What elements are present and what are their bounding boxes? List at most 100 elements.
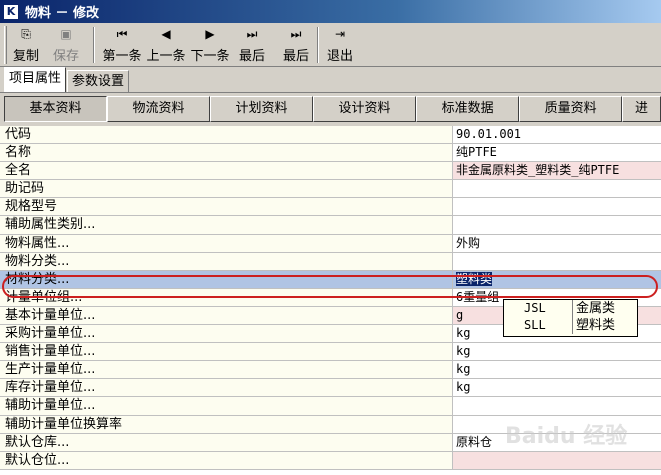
copy-button[interactable]: ⎘ 复制 [11,23,41,65]
next-record-label: 下一条 [190,49,230,64]
selected-value-text: 塑料类 [456,271,493,286]
toolbar-separator [93,27,95,63]
toolbar-separator [317,27,319,63]
grid-row-material-class[interactable]: 材料分类... 塑料类 [0,270,661,289]
grid-label: 计量单位组... [0,288,453,306]
grid-value[interactable] [453,216,661,233]
grid-value[interactable]: 90.01.001 [453,126,661,143]
window-title: 物料 － 修改 [25,6,100,21]
grid-value[interactable]: kg [453,361,661,378]
grid-label: 物料分类... [0,252,453,270]
tab-item-properties[interactable]: 项目属性 [4,67,67,92]
last-record-button[interactable]: ⏭ 最后 [237,23,267,65]
grid-label: 库存计量单位... [0,379,453,397]
tab-logistics-info[interactable]: 物流资料 [107,96,211,122]
grid-label: 全名 [0,162,453,180]
grid-row-full-name[interactable]: 全名 非金属原料类_塑料类_纯PTFE [0,162,661,181]
grid-row-aux-attr-type[interactable]: 辅助属性类别... [0,216,661,235]
grid-row-mnemonic[interactable]: 助记码 [0,180,661,199]
grid-row-material-attr[interactable]: 物料属性... 外购 [0,234,661,253]
grid-value[interactable]: 纯PTFE [453,144,661,161]
previous-record-label: 上一条 [146,49,186,64]
first-record-button[interactable]: ⏮ 第一条 [101,23,143,65]
save-icon: ▣ [60,27,72,41]
grid-row-default-location[interactable]: 默认仓位... [0,451,661,470]
grid-value[interactable]: kg [453,379,661,396]
grid-value[interactable]: kg [453,343,661,360]
grid-label: 默认仓库... [0,433,453,451]
first-record-label: 第一条 [102,49,142,64]
app-logo-icon: K [3,3,19,20]
grid-value[interactable] [453,253,661,270]
grid-value[interactable] [453,180,661,197]
grid-value[interactable] [453,397,661,414]
grid-row-name[interactable]: 名称 纯PTFE [0,144,661,163]
tab-design-info[interactable]: 设计资料 [313,96,417,122]
grid-value-selected[interactable]: 塑料类 [453,270,661,288]
toolbar: ⎘ 复制 ▣ 保存 ⏮ 第一条 ◀ 上一条 ▶ 下一条 ⏭ 最后 ⏭ 最后 ⇥ … [0,23,661,67]
option-code: SLL [524,318,546,332]
first-record-icon: ⏮ [116,27,128,41]
last-record-button-2[interactable]: ⏭ 最后 [281,23,311,65]
last-record-icon: ⏭ [290,27,302,41]
grid-value[interactable] [453,198,661,215]
grid-label: 基本计量单位... [0,306,453,325]
last-record-icon: ⏭ [246,27,258,41]
grid-row-stock-unit[interactable]: 库存计量单位... kg [0,379,661,398]
title-bar: K 物料 － 修改 [0,0,661,23]
grid-label: 默认仓位... [0,451,453,469]
previous-record-icon: ◀ [161,27,171,41]
tab-basic-info[interactable]: 基本资料 [4,96,108,122]
last-record-label: 最后 [238,49,265,64]
tab-more[interactable]: 进 [622,96,661,122]
grid-value[interactable]: 非金属原料类_塑料类_纯PTFE [453,162,661,180]
tab-planning-info[interactable]: 计划资料 [210,96,314,122]
next-record-icon: ▶ [205,27,215,41]
grid-value[interactable]: 外购 [453,235,661,252]
grid-row-default-warehouse[interactable]: 默认仓库... 原料仓 [0,433,661,452]
copy-icon: ⎘ [21,27,31,41]
grid-row-aux-unit-rate[interactable]: 辅助计量单位换算率 [0,415,661,434]
option-code: JSL [524,301,546,315]
grid-label: 辅助计量单位换算率 [0,415,453,433]
tab-standard-data[interactable]: 标准数据 [416,96,520,122]
grid-label: 生产计量单位... [0,361,453,379]
tab-quality-info[interactable]: 质量资料 [519,96,623,122]
grid-label: 名称 [0,144,453,162]
option-name: 金属类 [572,300,637,317]
grid-label: 规格型号 [0,198,453,216]
grid-label: 代码 [0,126,453,144]
grid-row-spec[interactable]: 规格型号 [0,198,661,217]
outer-tab-strip: 项目属性 参数设置 [0,67,661,93]
save-button[interactable]: ▣ 保存 [45,23,87,65]
material-class-dropdown: JSL 金属类 SLL 塑料类 [503,299,638,337]
exit-icon: ⇥ [334,27,346,41]
dropdown-option[interactable]: SLL 塑料类 [504,317,637,334]
tab-parameter-settings[interactable]: 参数设置 [67,70,130,92]
grid-row-production-unit[interactable]: 生产计量单位... kg [0,361,661,380]
dropdown-option[interactable]: JSL 金属类 [504,300,637,317]
next-record-button[interactable]: ▶ 下一条 [189,23,231,65]
save-button-label: 保存 [52,49,79,64]
grid-label: 销售计量单位... [0,343,453,361]
grid-row-material-category[interactable]: 物料分类... [0,252,661,271]
grid-row-aux-unit[interactable]: 辅助计量单位... [0,397,661,416]
grid-value[interactable] [453,451,661,469]
grid-label: 辅助属性类别... [0,216,453,234]
grid-row-code[interactable]: 代码 90.01.001 [0,126,661,145]
grid-label: 辅助计量单位... [0,397,453,415]
grid-label: 采购计量单位... [0,325,453,343]
grid-value[interactable]: 原料仓 [453,434,661,451]
previous-record-button[interactable]: ◀ 上一条 [145,23,187,65]
grid-label: 材料分类... [0,270,453,288]
grid-value[interactable] [453,416,661,433]
option-name: 塑料类 [572,317,637,334]
inner-tab-strip: 基本资料 物流资料 计划资料 设计资料 标准数据 质量资料 进 [0,96,661,122]
copy-button-label: 复制 [12,49,39,64]
grid-label: 物料属性... [0,234,453,252]
toolbar-grip[interactable] [4,26,7,64]
exit-button-label: 退出 [326,49,353,64]
exit-button[interactable]: ⇥ 退出 [325,23,355,65]
last-record-label-2: 最后 [282,49,309,64]
grid-row-sales-unit[interactable]: 销售计量单位... kg [0,343,661,362]
